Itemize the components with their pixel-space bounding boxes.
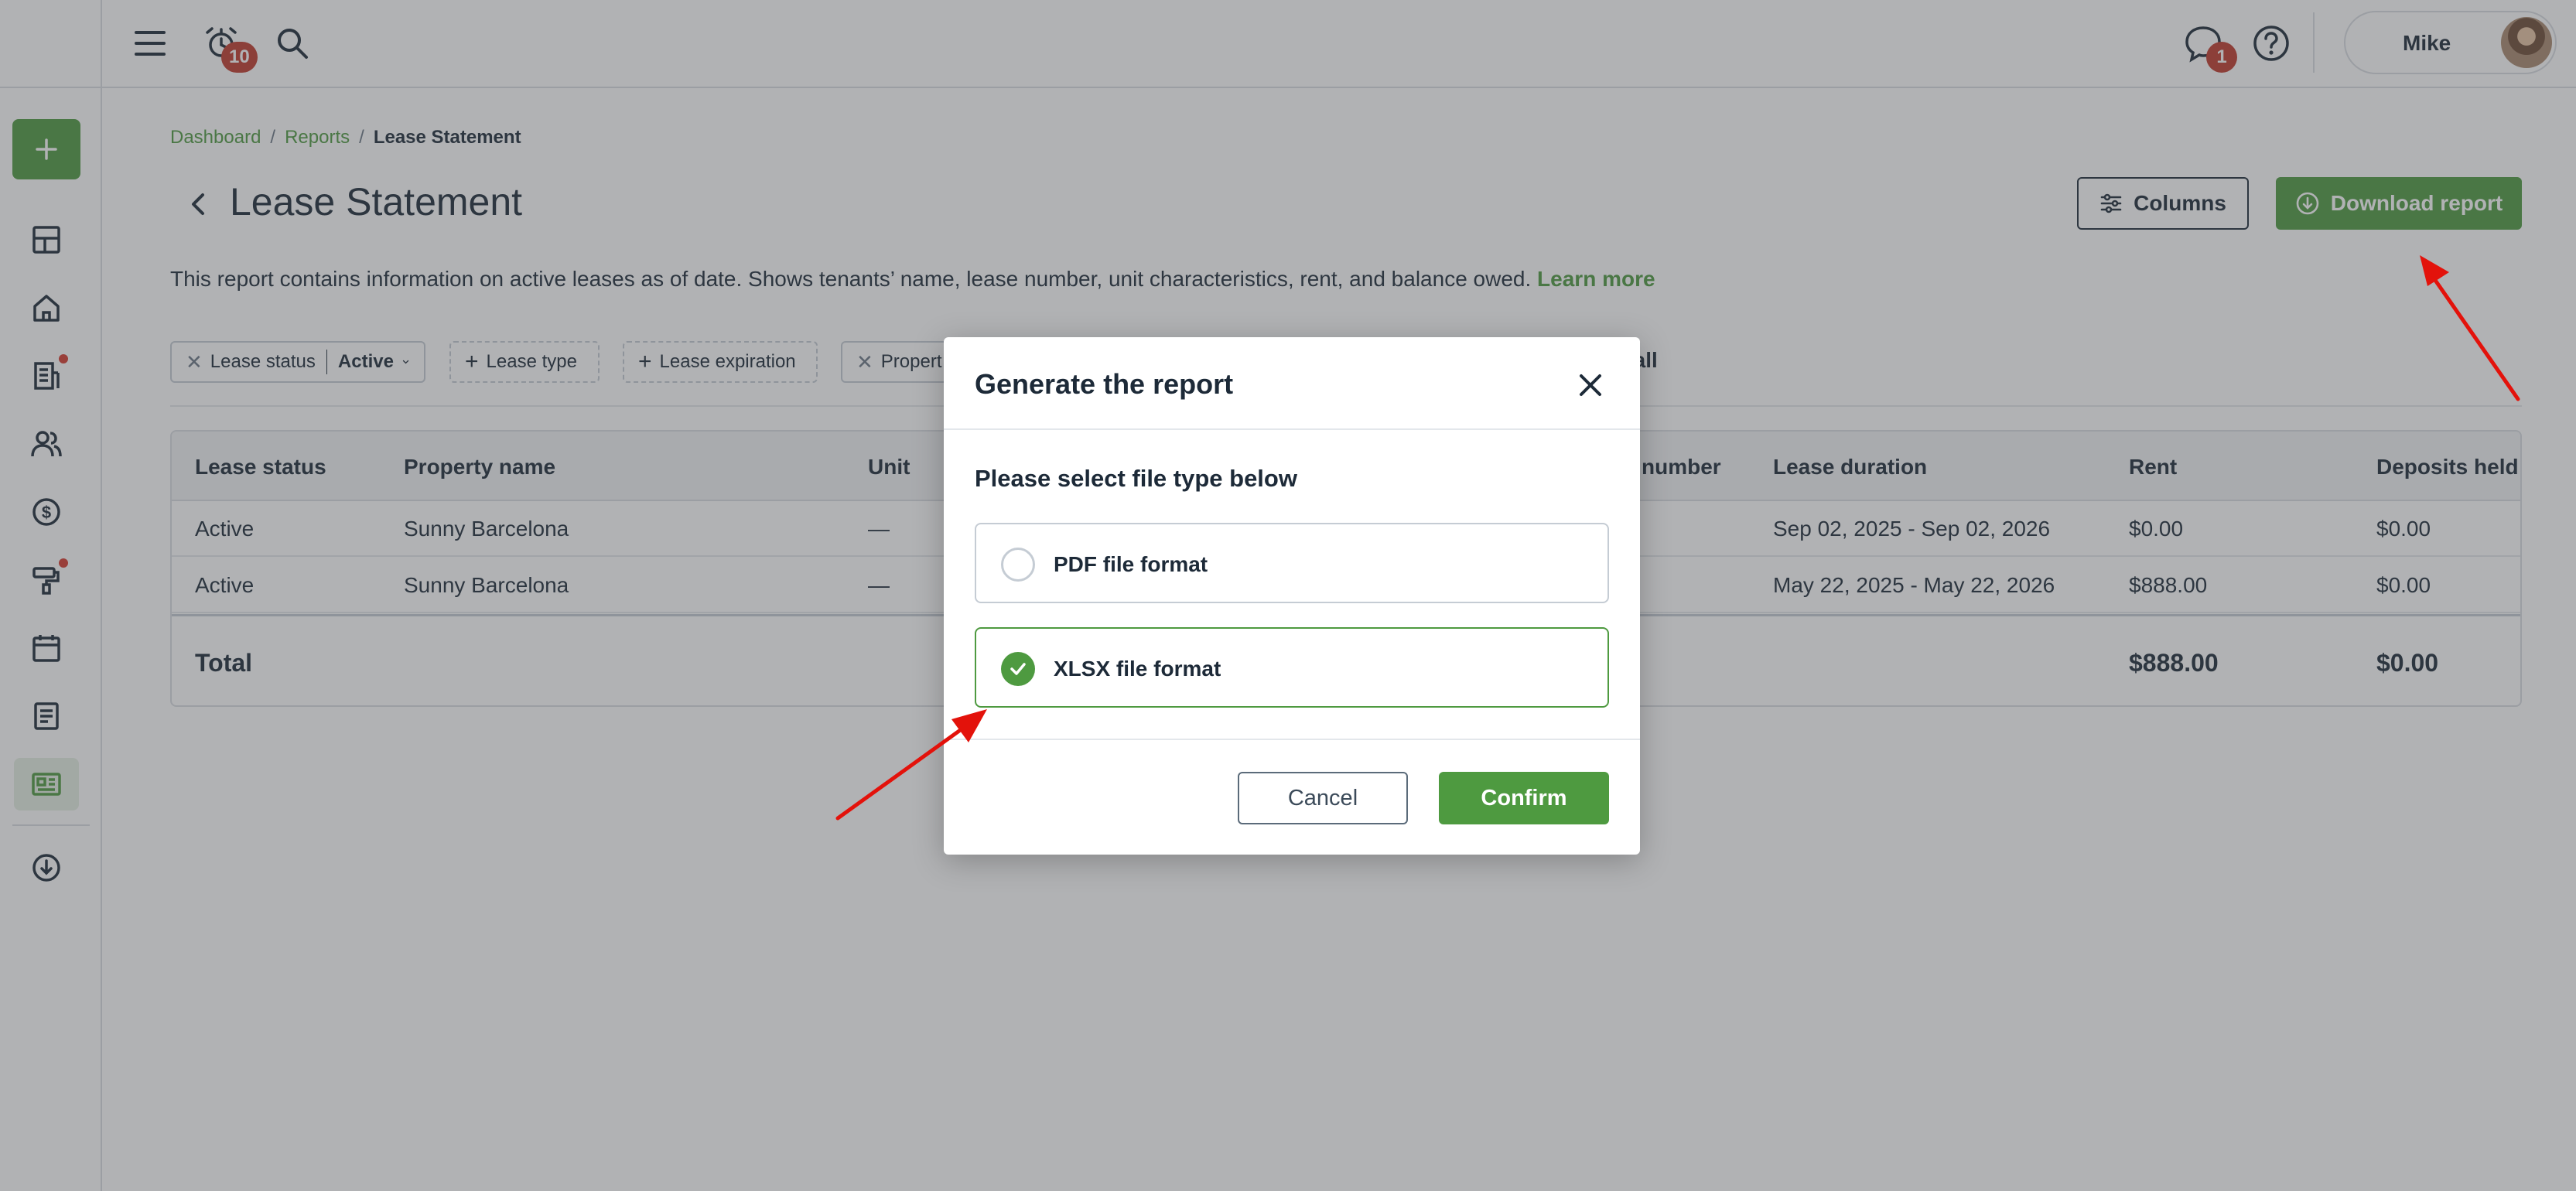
- close-button[interactable]: [1572, 367, 1609, 404]
- confirm-button[interactable]: Confirm: [1439, 772, 1609, 824]
- option-label: PDF file format: [1054, 552, 1208, 576]
- dialog-title: Generate the report: [975, 368, 1234, 400]
- option-pdf[interactable]: PDF file format: [975, 523, 1609, 603]
- radio-checked[interactable]: [1001, 652, 1035, 686]
- option-xlsx[interactable]: XLSX file format: [975, 627, 1609, 708]
- dialog-subtitle: Please select file type below: [975, 465, 1297, 492]
- option-label: XLSX file format: [1054, 657, 1221, 681]
- check-icon: [1010, 663, 1026, 675]
- dialog-divider: [944, 739, 1640, 740]
- generate-report-dialog: Generate the report Please select file t…: [944, 337, 1640, 855]
- close-icon: [1580, 374, 1601, 396]
- radio-unchecked[interactable]: [1001, 548, 1035, 582]
- dialog-divider: [944, 428, 1640, 430]
- cancel-button[interactable]: Cancel: [1238, 772, 1408, 824]
